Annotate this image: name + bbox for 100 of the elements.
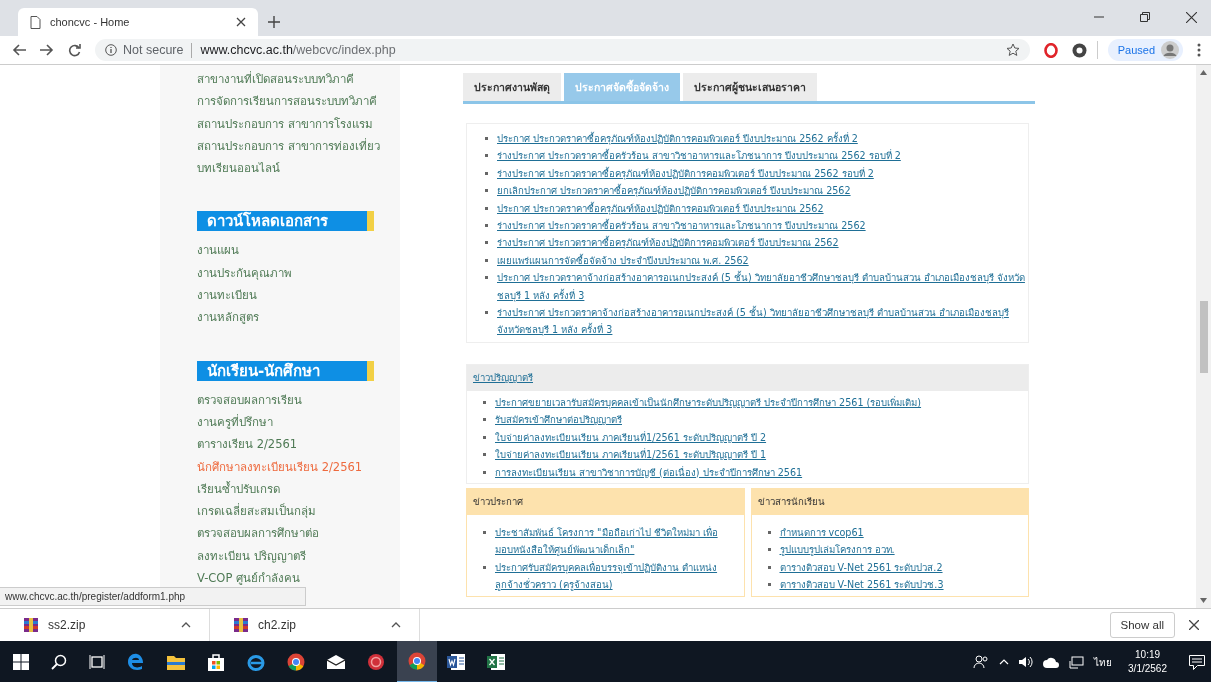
profile-button[interactable]: Paused bbox=[1107, 39, 1183, 61]
news-link[interactable]: รับสมัครเข้าศึกษาต่อปริญญาตรี bbox=[495, 411, 1018, 429]
sidebar-link[interactable]: ตารางเรียน 2/2561 bbox=[197, 433, 400, 456]
address-bar[interactable]: Not secure www.chcvc.ac.th/webcvc/index.php bbox=[95, 39, 1030, 61]
sidebar-link[interactable]: งานทะเบียน bbox=[197, 284, 400, 307]
heading-accent bbox=[367, 211, 374, 232]
language-indicator[interactable]: ไทย bbox=[1094, 654, 1113, 670]
announcement-link[interactable]: ประกาศ ประกวดราคาซื้อครุภัณฑ์ห้องปฏิบัติการคอมพิวเตอร์ ปีงบประมาณ 2562 ครั้งที่ 2 bbox=[497, 130, 1028, 148]
security-label: Not secure bbox=[123, 43, 184, 57]
new-tab-icon[interactable] bbox=[268, 16, 280, 28]
scrollbar[interactable] bbox=[1196, 65, 1211, 608]
news-link[interactable]: การลงทะเบียนเรียน สาขาวิชาการบัญชี (ต่อเนื่อง) ประจำปีการศึกษา 2561 bbox=[495, 463, 1018, 481]
sidebar-link[interactable]: งานครูที่ปรึกษา bbox=[197, 410, 400, 434]
windows-start-icon[interactable] bbox=[13, 654, 29, 670]
announcement-link[interactable]: ร่างประกาศ ประกวดราคาซื้อครัวร้อน สาขาวิชาอาหารและโภชนาการ ปีงบประมาณ 2562 รอบที่ 2 bbox=[497, 147, 1028, 165]
close-icon[interactable] bbox=[236, 17, 246, 27]
page-icon bbox=[30, 15, 41, 29]
menu-icon[interactable] bbox=[1197, 43, 1201, 57]
announcement-link[interactable]: ร่างประกาศ ประกวดราคาซื้อครุภัณฑ์ห้องปฏิบัติการคอมพิวเตอร์ ปีงบประมาณ 2562 รอบที่ 2 bbox=[497, 164, 1028, 183]
sidebar-link[interactable]: V-COP ศูนย์กำลังคน bbox=[197, 567, 400, 590]
news-link[interactable]: ประชาสัมพันธ์ โครงการ "มือถือเก่าไป ชีวิตใหม่มา เพื่อมอบหนังสือให้ศูนย์พัฒนาเด็กเล็ก" bbox=[495, 523, 734, 559]
forward-icon[interactable] bbox=[40, 44, 54, 56]
tab[interactable]: ประกาศงานพัสดุ bbox=[463, 73, 561, 101]
store-icon[interactable] bbox=[207, 653, 225, 671]
chrome-icon bbox=[408, 652, 426, 670]
sidebar-link[interactable]: การจัดการเรียนการสอนระบบทวิภาคี bbox=[197, 90, 400, 113]
sidebar-link[interactable]: เรียนซ้ำปรับเกรด bbox=[197, 477, 400, 501]
notification-icon[interactable] bbox=[1189, 654, 1205, 670]
scroll-down-icon[interactable] bbox=[1200, 598, 1207, 603]
heading-accent bbox=[367, 360, 374, 381]
announcement-link[interactable]: ยกเลิกประกาศ ประกวดราคาซื้อครุภัณฑ์ห้องปฏิบัติการคอมพิวเตอร์ ปีงบประมาณ 2562 bbox=[497, 182, 1028, 200]
sidebar-link[interactable]: สถานประกอบการ สาขาการโรงแรม bbox=[197, 112, 400, 135]
task-view-icon[interactable] bbox=[89, 654, 105, 670]
back-icon[interactable] bbox=[12, 44, 26, 56]
scrollbar-thumb[interactable] bbox=[1199, 301, 1208, 373]
extension-icon[interactable] bbox=[1071, 42, 1087, 58]
close-icon[interactable] bbox=[1186, 12, 1197, 23]
internet-explorer-icon[interactable] bbox=[247, 653, 265, 671]
sidebar-link[interactable]: งานหลักสูตร bbox=[197, 306, 400, 329]
info-icon bbox=[105, 44, 117, 56]
chevron-up-icon[interactable] bbox=[999, 659, 1010, 665]
news-link[interactable]: ประกาศขยายเวลารับสมัครบุคคลเข้าเป็นนักศึกษาระดับปริญญาตรี ประจำปีการศึกษา 2561 (รอบเพิ่มเติม) bbox=[495, 393, 1018, 412]
edge-icon[interactable] bbox=[127, 653, 145, 671]
sidebar-link[interactable]: งานแผน bbox=[197, 239, 400, 262]
news-link[interactable]: รูปแบบรูปเล่มโครงการ อวท. bbox=[779, 541, 1018, 559]
announcement-link[interactable]: เผยแพร่แผนการจัดซื้อจัดจ้าง ประจำปีงบประมาณ พ.ศ. 2562 bbox=[497, 251, 1028, 270]
url-text: www.chcvc.ac.th/webcvc/index.php bbox=[200, 43, 396, 57]
sidebar-link[interactable]: ลงทะเบียน ปริญญาตรี bbox=[197, 544, 400, 568]
news-link[interactable]: ตารางติวสอบ V-Net 2561 ระดับปวส.2 bbox=[779, 558, 1018, 577]
clock[interactable]: 10:19 3/1/2562 bbox=[1128, 648, 1167, 676]
sidebar-link[interactable]: เกรดเฉลี่ยสะสมเป็นกลุ่ม bbox=[197, 500, 400, 523]
app-icon[interactable] bbox=[367, 653, 385, 671]
news-link[interactable]: ใบจ่ายค่าลงทะเบียนเรียน ภาคเรียนที่1/2561 ระดับปริญญาตรี ปี 2 bbox=[495, 428, 1018, 447]
announcement-link[interactable]: ร่างประกาศ ประกวดราคาซื้อครัวร้อน สาขาวิชาอาหารและโภชนาการ ปีงบประมาณ 2562 bbox=[497, 217, 1028, 235]
folder-icon[interactable] bbox=[167, 654, 185, 670]
panel-title: ข่าวสารนักเรียน bbox=[757, 495, 825, 510]
sidebar-link[interactable]: ตรวจสอบผลการศึกษาต่อ bbox=[197, 522, 400, 545]
archive-icon bbox=[234, 618, 248, 632]
caret-icon[interactable] bbox=[181, 622, 191, 628]
caret-icon[interactable] bbox=[391, 622, 401, 628]
sidebar-link[interactable]: สถานประกอบการ สาขาการท่องเที่ยว bbox=[197, 134, 400, 158]
news-link[interactable]: ประกาศรับสมัครบุคคลเพื่อบรรจุเข้าปฏิบัติงาน ตำแหน่ง ลูกจ้างชั่วคราว (ครูจ้างสอน) bbox=[495, 558, 734, 594]
show-all-button[interactable]: Show all bbox=[1109, 612, 1175, 638]
network-icon[interactable] bbox=[1069, 655, 1085, 669]
opera-icon[interactable] bbox=[1043, 42, 1058, 58]
restore-icon[interactable] bbox=[1140, 12, 1150, 22]
sidebar-link[interactable]: สาขางานที่เปิดสอนระบบทวิภาคี bbox=[197, 68, 400, 91]
file-name: ch2.zip bbox=[258, 618, 297, 632]
tab[interactable]: ประกาศผู้ชนะเสนอราคา bbox=[683, 73, 817, 101]
sidebar-link[interactable]: ตรวจสอบผลการเรียน bbox=[197, 388, 400, 411]
announcement-link[interactable]: ร่างประกาศ ประกวดราคาจ้างก่อสร้างอาคารอเนกประสงค์ (5 ชั้น) วิทยาลัยอาชีวศึกษาชลบุรี ตำบลบ้านสวน อำเภอเมืองชลบุรี จังหวัดชลบุรี 1 หลัง ครั้งที่ 3 bbox=[497, 304, 1028, 339]
sidebar-link[interactable]: งานประกันคุณภาพ bbox=[197, 261, 400, 285]
scroll-up-icon[interactable] bbox=[1200, 70, 1207, 75]
news-link[interactable]: ใบจ่ายค่าลงทะเบียนเรียน ภาคเรียนที่1/2561 ระดับปริญญาตรี ปี 1 bbox=[495, 446, 1018, 464]
news-link[interactable]: กำหนดการ vcop61 bbox=[779, 523, 1018, 542]
speaker-icon[interactable] bbox=[1019, 656, 1034, 668]
avatar-icon bbox=[1161, 41, 1179, 59]
announcement-link[interactable]: ประกาศ ประกวดราคาซื้อครุภัณฑ์ห้องปฏิบัติการคอมพิวเตอร์ ปีงบประมาณ 2562 bbox=[497, 199, 1028, 218]
close-icon[interactable] bbox=[1189, 620, 1199, 630]
people-icon[interactable] bbox=[973, 655, 990, 669]
word-icon[interactable] bbox=[447, 654, 465, 670]
reload-icon[interactable] bbox=[68, 43, 81, 57]
section-heading: นักเรียน-นักศึกษา bbox=[197, 360, 367, 381]
status-url: www.chcvc.ac.th/pregister/addform1.php bbox=[0, 587, 307, 606]
chrome-taskbar-button[interactable] bbox=[397, 641, 437, 682]
sidebar-link[interactable]: บทเรียนออนไลน์ bbox=[197, 157, 400, 180]
section-heading: ดาวน์โหลดเอกสาร bbox=[197, 211, 367, 232]
browser-tab[interactable]: choncvc - Home bbox=[18, 8, 258, 36]
excel-icon[interactable] bbox=[487, 654, 505, 670]
panel-title-link[interactable]: ข่าวปริญญาตรี bbox=[473, 370, 533, 386]
chrome-icon[interactable] bbox=[287, 653, 305, 671]
search-icon[interactable] bbox=[51, 654, 67, 670]
mail-icon[interactable] bbox=[327, 655, 345, 669]
cloud-icon[interactable] bbox=[1043, 656, 1060, 668]
announcement-link[interactable]: ประกาศ ประกวดราคาจ้างก่อสร้างอาคารอเนกประสงค์ (5 ชั้น) วิทยาลัยอาชีวศึกษาชลบุรี ตำบลบ้านสวน อำเภอเมืองชลบุรี จังหวัดชลบุรี 1 หลัง ครั้งที่ 3 bbox=[497, 269, 1028, 305]
archive-icon bbox=[24, 618, 38, 632]
star-icon[interactable] bbox=[1005, 43, 1020, 57]
announcement-link[interactable]: ร่างประกาศ ประกวดราคาซื้อครุภัณฑ์ห้องปฏิบัติการคอมพิวเตอร์ ปีงบประมาณ 2562 bbox=[497, 234, 1028, 252]
news-link[interactable]: ตารางติวสอบ V-Net 2561 ระดับปวช.3 bbox=[779, 576, 1018, 594]
panel-title: ข่าวประกาศ bbox=[473, 495, 523, 510]
